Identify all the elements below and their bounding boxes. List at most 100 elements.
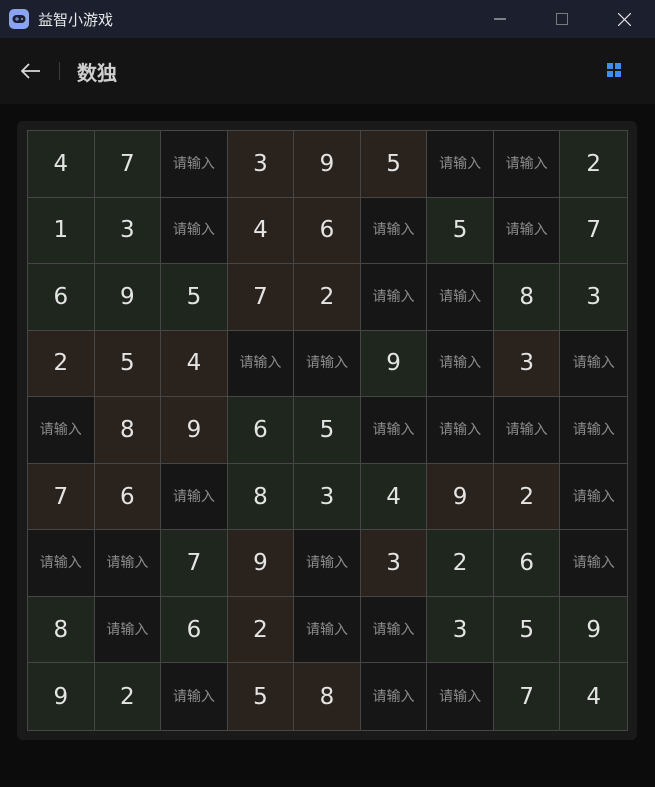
sudoku-input-cell[interactable] — [427, 663, 494, 730]
cell-value: 5 — [452, 217, 468, 244]
cell-value: 3 — [120, 217, 135, 244]
sudoku-input-cell[interactable] — [94, 596, 162, 664]
sudoku-given-cell: 4 — [161, 330, 228, 398]
sudoku-given-cell: 6 — [493, 530, 561, 597]
sudoku-input-cell[interactable] — [360, 264, 428, 331]
cell-input[interactable] — [560, 330, 627, 397]
sudoku-given-cell: 2 — [427, 530, 494, 597]
sudoku-input-cell[interactable] — [294, 596, 361, 664]
sudoku-input-cell[interactable] — [227, 330, 295, 398]
cell-input[interactable] — [427, 663, 493, 730]
cell-value: 5 — [519, 616, 534, 643]
back-button[interactable] — [16, 56, 46, 86]
sudoku-input-cell[interactable] — [493, 131, 561, 198]
cell-input[interactable] — [560, 530, 627, 596]
cell-input[interactable] — [294, 596, 360, 663]
cell-input[interactable] — [560, 397, 627, 463]
sudoku-given-cell: 2 — [227, 596, 295, 664]
cell-value: 2 — [519, 483, 534, 510]
close-button[interactable] — [593, 0, 655, 38]
cell-input[interactable] — [94, 596, 161, 663]
cell-value: 5 — [386, 150, 401, 177]
close-icon — [617, 12, 631, 26]
sudoku-input-cell[interactable] — [493, 397, 561, 464]
sudoku-input-cell[interactable] — [161, 463, 228, 531]
sudoku-input-cell[interactable] — [161, 197, 228, 265]
cell-value: 2 — [253, 616, 268, 643]
cell-input[interactable] — [427, 264, 493, 330]
sudoku-input-cell[interactable] — [360, 663, 428, 730]
cell-input[interactable] — [94, 530, 161, 596]
cell-input[interactable] — [427, 330, 493, 397]
sudoku-given-cell: 5 — [227, 663, 295, 730]
cell-input[interactable] — [360, 596, 427, 663]
cell-input[interactable] — [360, 264, 427, 330]
grid-icon — [607, 63, 621, 77]
sudoku-input-cell[interactable] — [427, 397, 494, 464]
cell-input[interactable] — [560, 463, 627, 530]
sudoku-input-cell[interactable] — [360, 596, 428, 664]
sudoku-input-cell[interactable] — [493, 197, 561, 265]
arrow-left-icon — [21, 63, 40, 79]
sudoku-given-cell: 6 — [28, 264, 95, 331]
sudoku-input-cell[interactable] — [161, 663, 228, 730]
cell-value: 4 — [186, 350, 202, 377]
cell-input[interactable] — [427, 397, 493, 463]
cell-value: 9 — [452, 483, 468, 510]
sudoku-input-cell[interactable] — [560, 463, 627, 531]
cell-input[interactable] — [294, 330, 360, 397]
sudoku-given-cell: 6 — [94, 463, 162, 531]
maximize-icon — [556, 13, 568, 25]
cell-value: 8 — [53, 616, 69, 643]
cell-value: 9 — [120, 283, 135, 310]
cell-input[interactable] — [161, 197, 227, 264]
sudoku-given-cell: 2 — [560, 131, 627, 198]
sudoku-given-cell: 3 — [94, 197, 162, 265]
sudoku-given-cell: 9 — [560, 596, 627, 664]
sudoku-input-cell[interactable] — [560, 397, 627, 464]
sudoku-input-cell[interactable] — [560, 330, 627, 398]
cell-value: 7 — [186, 550, 202, 577]
cell-input[interactable] — [360, 663, 427, 730]
sudoku-given-cell: 9 — [360, 330, 428, 398]
cell-value: 7 — [253, 283, 268, 310]
cell-input[interactable] — [360, 397, 427, 463]
cell-input[interactable] — [161, 463, 227, 530]
sudoku-given-cell: 4 — [28, 131, 95, 198]
cell-value: 2 — [53, 350, 69, 377]
cell-input[interactable] — [360, 197, 427, 264]
sudoku-input-cell[interactable] — [427, 330, 494, 398]
cell-input[interactable] — [161, 131, 227, 197]
cell-value: 5 — [186, 283, 202, 310]
sudoku-input-cell[interactable] — [94, 530, 162, 597]
minimize-button[interactable] — [469, 0, 531, 38]
sudoku-input-cell[interactable] — [294, 330, 361, 398]
sudoku-given-cell: 9 — [427, 463, 494, 531]
sudoku-given-cell: 7 — [227, 264, 295, 331]
sudoku-input-cell[interactable] — [28, 530, 95, 597]
cell-input[interactable] — [161, 663, 227, 730]
cell-input[interactable] — [28, 397, 94, 463]
sudoku-input-cell[interactable] — [560, 530, 627, 597]
cell-input[interactable] — [227, 330, 294, 397]
cell-value: 6 — [253, 416, 268, 443]
sudoku-input-cell[interactable] — [161, 131, 228, 198]
sudoku-given-cell: 8 — [94, 397, 162, 464]
maximize-button[interactable] — [531, 0, 593, 38]
cell-input[interactable] — [294, 530, 360, 596]
cell-value: 7 — [120, 150, 135, 177]
sudoku-input-cell[interactable] — [427, 264, 494, 331]
sudoku-given-cell: 3 — [493, 330, 561, 398]
sudoku-input-cell[interactable] — [360, 197, 428, 265]
sudoku-input-cell[interactable] — [294, 530, 361, 597]
sudoku-input-cell[interactable] — [360, 397, 428, 464]
sudoku-input-cell[interactable] — [28, 397, 95, 464]
sudoku-input-cell[interactable] — [427, 131, 494, 198]
cell-input[interactable] — [493, 131, 560, 197]
cell-input[interactable] — [28, 530, 94, 596]
sudoku-given-cell: 8 — [294, 663, 361, 730]
cell-input[interactable] — [493, 197, 560, 264]
cell-input[interactable] — [427, 131, 493, 197]
menu-button[interactable] — [607, 62, 625, 80]
cell-input[interactable] — [493, 397, 560, 463]
